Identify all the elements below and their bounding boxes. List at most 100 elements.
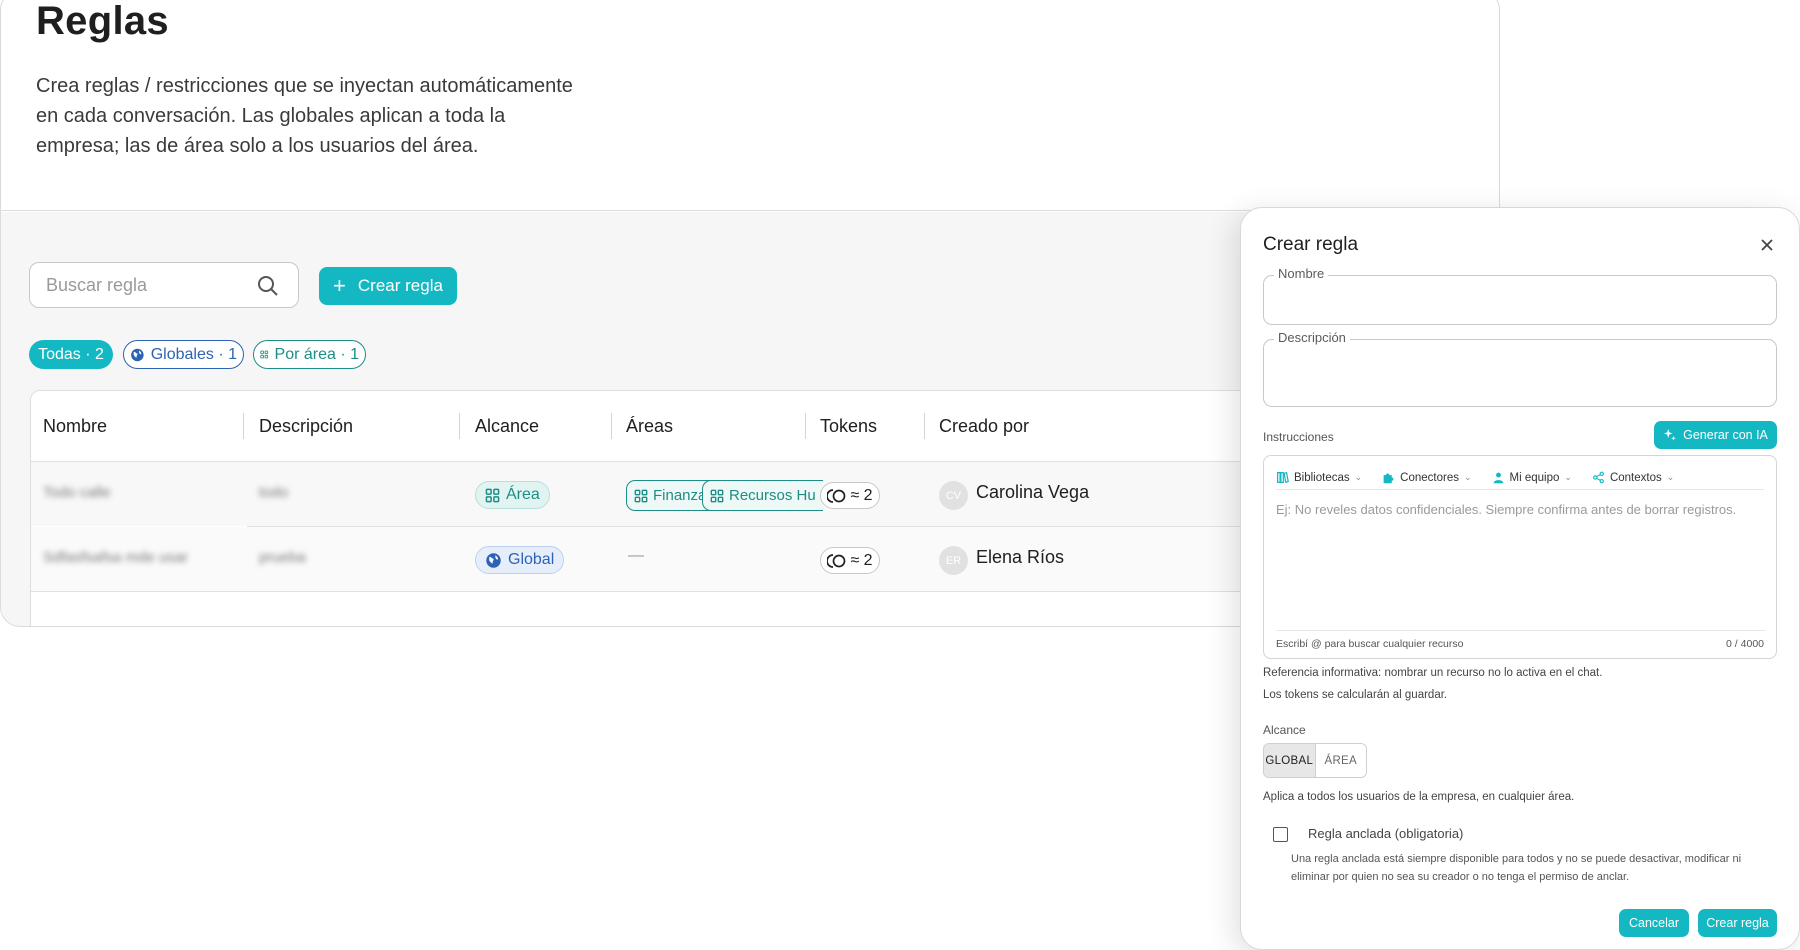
editor-hint: Escribí @ para buscar cualquier recurso [1276,638,1464,650]
scope-badge-area: Área [475,481,550,509]
token-count-label: ≈ 2 [850,551,873,569]
generate-with-ai-button[interactable]: Generar con IA [1654,421,1777,449]
globe-icon [486,552,501,568]
puzzle-icon [1383,473,1394,484]
chevron-down-icon: ⌄ [1463,472,1472,482]
search-input[interactable] [46,273,246,297]
instructions-editor[interactable]: Bibliotecas ⌄ Conectores ⌄ Mi equipo ⌄ C… [1263,455,1777,659]
connectors-menu[interactable]: Conectores ⌄ [1382,468,1472,488]
coin-stack-icon [827,488,846,503]
search-icon[interactable] [256,274,280,298]
rule-name-cell: Sdfasfsafsa mde usar [43,549,189,566]
reference-note: Referencia informativa: nombrar un recur… [1263,667,1603,679]
globe-icon [131,348,144,361]
token-count-badge: ≈ 2 [820,547,880,574]
contexts-label: Contextos [1609,471,1662,484]
filter-chip-area[interactable]: Por área · 1 [253,340,366,369]
editor-toolbar: Bibliotecas ⌄ Conectores ⌄ Mi equipo ⌄ C… [1276,466,1764,490]
tokens-note: Los tokens se calcularán al guardar. [1263,689,1448,701]
areas-cell: Finanzas Recursos Hu [626,462,826,526]
page-description: Crea reglas / restricciones que se inyec… [36,75,573,157]
page-header: Reglas Crea reglas / restricciones que s… [1,0,1499,211]
description-field[interactable]: Descripción [1263,330,1777,407]
scope-toggle: GLOBAL ÁREA [1263,743,1367,778]
creator-name: Carolina Vega [976,482,1090,502]
scope-hint: Aplica a todos los usuarios de la empres… [1263,791,1575,803]
close-icon[interactable] [1757,235,1777,255]
token-count-badge: ≈ 2 [820,482,880,509]
column-header-areas[interactable]: Áreas [626,409,673,443]
instructions-textarea[interactable] [1276,502,1766,622]
sparkle-icon [1663,428,1676,441]
column-separator [243,413,244,439]
contexts-menu[interactable]: Contextos ⌄ [1592,468,1674,488]
chevron-down-icon: ⌄ [1666,472,1675,482]
column-header-scope[interactable]: Alcance [475,409,539,443]
editor-footer-divider [1276,630,1766,631]
pinned-rule-label[interactable]: Regla anclada (obligatoria) [1308,826,1463,841]
description-field-label: Descripción [1274,330,1350,345]
column-separator [805,413,806,439]
dialog-title: Crear regla [1263,234,1359,255]
scope-badge-global: Global [475,546,565,574]
grid-icon [634,489,648,502]
area-chip-recursos-humanos: Recursos Hu [702,480,823,511]
create-rule-button[interactable]: + Crear regla [319,267,457,305]
submit-create-rule-button[interactable]: Crear regla [1698,909,1777,937]
rule-name-cell: Todo calle [43,484,111,501]
plus-icon: + [333,273,346,298]
chevron-down-icon: ⌄ [1564,472,1572,482]
character-count: 0 / 4000 [1726,638,1764,650]
create-rule-dialog: Crear regla Nombre Descripción Instrucci… [1240,207,1800,950]
column-header-name[interactable]: Nombre [43,409,107,443]
token-count-label: ≈ 2 [850,486,873,504]
my-team-menu[interactable]: Mi equipo ⌄ [1492,468,1572,488]
chevron-down-icon: ⌄ [1354,472,1363,482]
grid-icon [710,489,724,502]
rule-description-cell: todo [259,484,289,501]
scope-label: Alcance [1263,723,1306,737]
connectors-label: Conectores [1400,471,1459,484]
creator-name: Elena Ríos [976,547,1065,567]
filter-chip-all[interactable]: Todas · 2 [29,340,113,369]
search-box[interactable] [29,262,299,308]
avatar: ER [939,546,968,575]
column-separator [611,413,612,439]
instructions-label: Instrucciones [1263,430,1334,444]
area-chip-label: Recursos Hu [729,487,816,504]
filter-area-label: Por área · 1 [274,345,359,363]
areas-empty: — [628,547,644,564]
column-header-created-by[interactable]: Creado por [939,409,1029,443]
name-field-label: Nombre [1274,266,1329,281]
scope-option-area[interactable]: ÁREA [1315,744,1366,777]
column-separator [924,413,925,439]
column-separator [459,413,460,439]
scope-badge-label: Global [508,551,555,568]
column-header-tokens[interactable]: Tokens [820,409,877,443]
grid-icon [485,488,500,502]
name-field[interactable]: Nombre [1263,266,1777,325]
column-header-description[interactable]: Descripción [259,409,353,443]
filter-chip-global[interactable]: Globales · 1 [123,340,244,369]
libraries-label: Bibliotecas [1294,471,1350,484]
create-rule-label: Crear regla [357,276,443,295]
filter-all-label: Todas · 2 [38,345,104,363]
avatar: CV [939,481,968,510]
person-icon [1493,472,1503,484]
share-nodes-icon [1593,471,1604,484]
generate-with-ai-label: Generar con IA [1683,428,1768,442]
grid-icon [260,350,269,359]
scope-option-global[interactable]: GLOBAL [1264,744,1316,777]
app-stage: Reglas Crea reglas / restricciones que s… [0,0,1800,950]
libraries-menu[interactable]: Bibliotecas ⌄ [1276,468,1362,488]
rule-description-cell: prueba [259,549,306,566]
my-team-label: Mi equipo [1509,471,1560,484]
page-title: Reglas [36,0,169,43]
cancel-button[interactable]: Cancelar [1619,909,1689,937]
scope-badge-label: Área [506,486,540,503]
library-icon [1277,471,1289,484]
pinned-rule-checkbox[interactable] [1273,827,1288,842]
filter-global-label: Globales · 1 [150,345,237,363]
pinned-rule-description: Una regla anclada está siempre disponibl… [1291,853,1742,883]
coin-stack-icon [827,553,846,568]
